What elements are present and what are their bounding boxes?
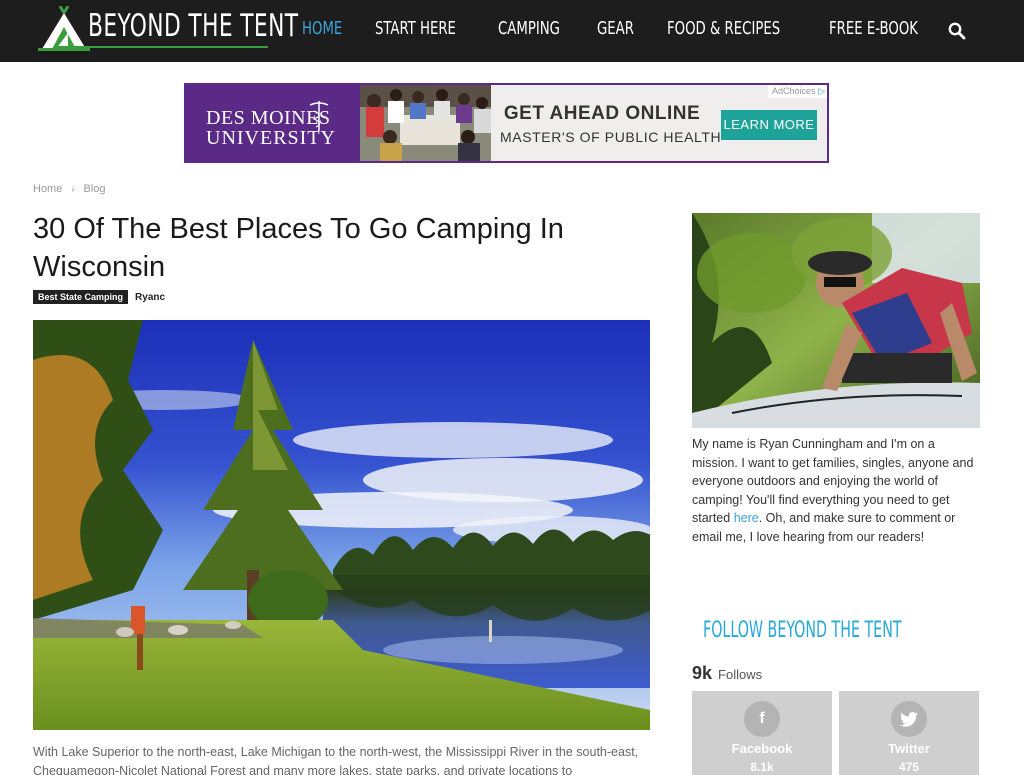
follow-summary: 9k Follows: [692, 663, 762, 684]
follow-heading: FOLLOW BEYOND THE TENT: [703, 618, 902, 643]
logo-underline: [54, 46, 268, 48]
bio-start-here-link[interactable]: here: [734, 511, 759, 525]
twitter-icon: [891, 701, 927, 737]
follow-count: 9k: [692, 663, 713, 683]
twitter-label: Twitter: [888, 741, 930, 756]
article-excerpt: With Lake Superior to the north-east, La…: [33, 745, 639, 775]
ad-photo-students: [360, 85, 491, 161]
nav-item-food-recipes[interactable]: FOOD & RECIPES: [667, 18, 780, 39]
facebook-count: 8.1k: [750, 760, 774, 774]
facebook-label: Facebook: [731, 741, 793, 756]
article-meta: Best State Camping Ryanc: [33, 290, 165, 304]
nav-item-gear[interactable]: GEAR: [597, 18, 634, 39]
ad-brand-panel: DES MOINES UNIVERSITY: [186, 85, 360, 161]
ad-learn-more-button[interactable]: LEARN MORE: [721, 110, 817, 140]
hero-image-lake: [33, 320, 650, 730]
breadcrumb-separator-icon: ›: [71, 184, 75, 194]
adchoices-icon: ▷: [818, 86, 825, 96]
breadcrumb-home[interactable]: Home: [33, 183, 62, 195]
adchoices-link[interactable]: AdChoices ▷: [768, 85, 827, 98]
site-logo[interactable]: BEYOND THE TENT: [38, 6, 298, 54]
facebook-icon: f: [744, 701, 780, 737]
nav-item-start-here[interactable]: START HERE: [375, 18, 456, 39]
ad-brand-line2: UNIVERSITY: [206, 127, 336, 149]
top-navigation-bar: BEYOND THE TENT HOME START HERE CAMPING …: [0, 0, 1024, 62]
ad-banner[interactable]: DES MOINES UNIVERSITY GET AHEAD ONLINE M…: [184, 83, 829, 163]
follow-label: Follows: [718, 667, 763, 682]
nav-item-free-ebook[interactable]: FREE E-BOOK: [829, 18, 918, 39]
author-bio: My name is Ryan Cunningham and I'm on a …: [692, 435, 980, 547]
logo-text: BEYOND THE TENT: [88, 8, 299, 44]
author-photo: [692, 213, 980, 428]
adchoices-label: AdChoices: [772, 86, 816, 96]
search-icon: [948, 22, 966, 40]
ad-subline: MASTER'S OF PUBLIC HEALTH: [500, 129, 722, 145]
author-link[interactable]: Ryanc: [135, 292, 165, 303]
facebook-follow-button[interactable]: f Facebook 8.1k: [692, 691, 832, 775]
nav-item-home[interactable]: HOME: [302, 18, 342, 39]
breadcrumb: Home › Blog: [33, 183, 106, 195]
breadcrumb-blog[interactable]: Blog: [83, 183, 105, 195]
category-badge[interactable]: Best State Camping: [33, 290, 129, 304]
nav-item-camping[interactable]: CAMPING: [498, 18, 560, 39]
search-button[interactable]: [948, 22, 966, 40]
ad-headline: GET AHEAD ONLINE: [503, 103, 701, 124]
twitter-follow-button[interactable]: Twitter 475: [839, 691, 979, 775]
article-title: 30 Of The Best Places To Go Camping In W…: [33, 213, 564, 283]
twitter-count: 475: [898, 760, 920, 774]
main-menu: HOME START HERE CAMPING GEAR FOOD & RECI…: [302, 18, 961, 39]
